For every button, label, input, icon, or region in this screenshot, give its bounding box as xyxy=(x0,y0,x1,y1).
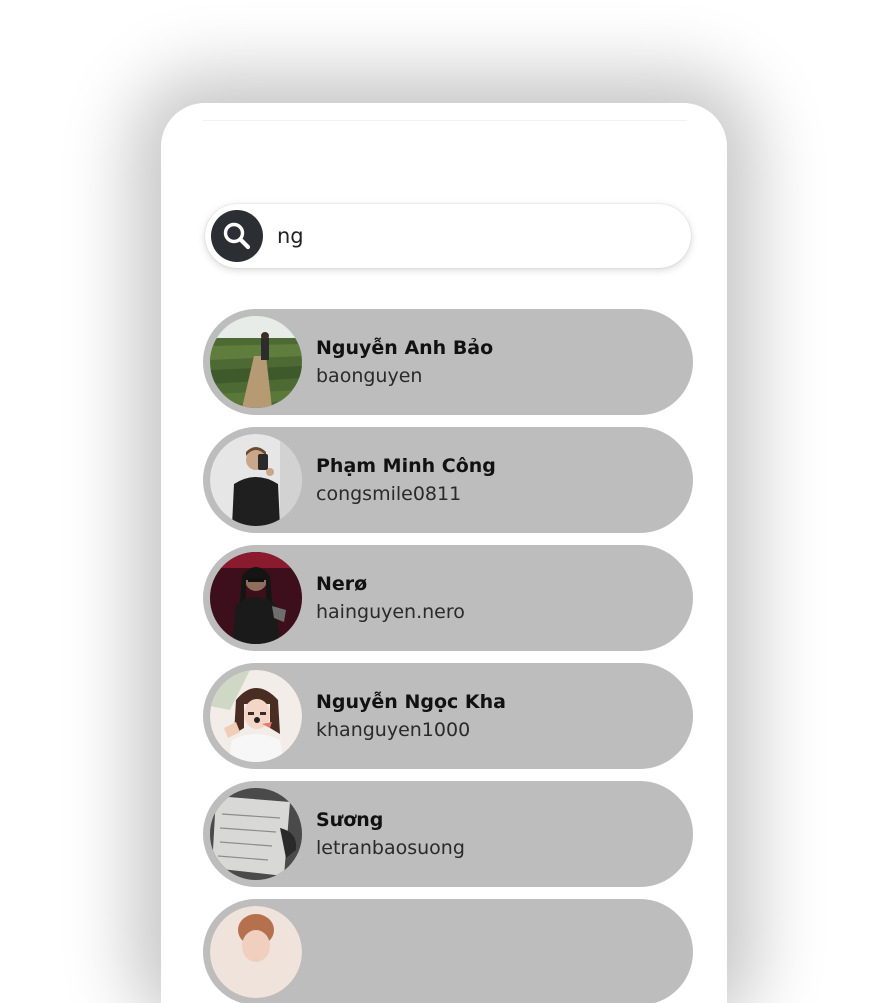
user-name: Nerø xyxy=(316,573,368,595)
user-handle: khanguyen1000 xyxy=(316,719,471,741)
avatar xyxy=(210,670,302,762)
user-item-khanguyen1000[interactable]: Nguyễn Ngọc Kha khanguyen1000 xyxy=(203,663,693,769)
user-name: Nguyễn Ngọc Kha xyxy=(316,691,506,713)
phone-screen: Nguyễn Anh Bảo baonguyen Phạm Minh Công … xyxy=(161,103,727,1003)
user-item-hainguyen-nero[interactable]: Nerø hainguyen.nero xyxy=(203,545,693,651)
user-handle: congsmile0811 xyxy=(316,483,462,505)
user-handle: letranbaosuong xyxy=(316,837,465,859)
user-item-partial[interactable] xyxy=(203,899,693,1003)
search-bar[interactable] xyxy=(205,204,691,268)
user-name: Nguyễn Anh Bảo xyxy=(316,337,494,359)
user-item-congsmile0811[interactable]: Phạm Minh Công congsmile0811 xyxy=(203,427,693,533)
avatar xyxy=(210,434,302,526)
user-name: Phạm Minh Công xyxy=(316,455,496,477)
user-name: Sương xyxy=(316,809,384,831)
search-icon[interactable] xyxy=(211,210,263,262)
divider xyxy=(203,120,687,121)
user-list: Nguyễn Anh Bảo baonguyen Phạm Minh Công … xyxy=(203,309,693,1003)
user-handle: hainguyen.nero xyxy=(316,601,465,623)
avatar xyxy=(210,788,302,880)
avatar xyxy=(210,906,302,998)
user-item-baonguyen[interactable]: Nguyễn Anh Bảo baonguyen xyxy=(203,309,693,415)
avatar xyxy=(210,316,302,408)
avatar xyxy=(210,552,302,644)
search-input[interactable] xyxy=(277,216,667,256)
user-handle: baonguyen xyxy=(316,365,423,387)
user-item-letranbaosuong[interactable]: Sương letranbaosuong xyxy=(203,781,693,887)
